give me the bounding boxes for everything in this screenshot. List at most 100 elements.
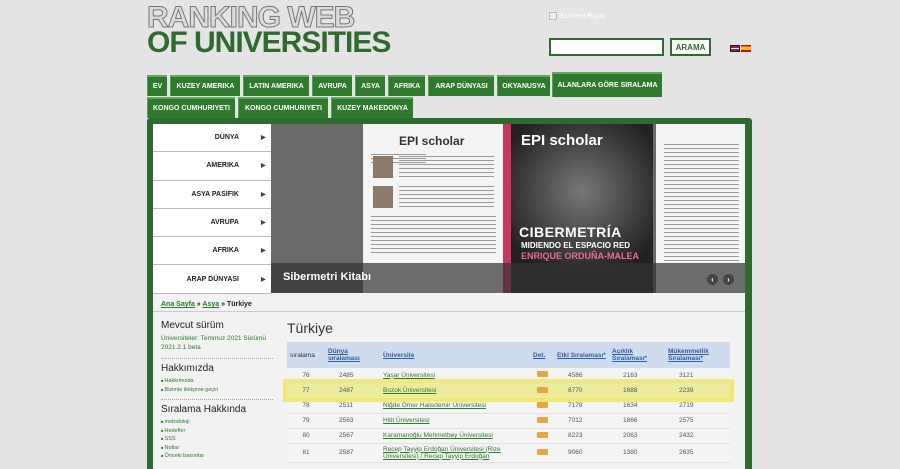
table-cell[interactable]: Bozok Üniversitesi [380,383,530,399]
table-cell: 1634 [609,398,665,414]
table-cell: 9060 [554,443,609,463]
table-cell [530,413,554,429]
sidemenu-item[interactable]: ASYA PASIFIK ▶ [153,180,271,209]
sidemenu-item[interactable]: AFRIKA ▶ [153,237,271,266]
ranking-about-title: Sıralama Hakkında [161,404,247,415]
breadcrumb-asia[interactable]: Asya [202,301,219,308]
site-logo[interactable]: RANKING WEB OF UNIVERSITIES [146,2,391,57]
nav-tab[interactable]: ARAP DÜNYASI [428,75,494,96]
sidemenu-item-label: ARAP DÜNYASI [186,275,239,283]
page-title: Türkiye [287,320,333,336]
about-list: HakkımızdaBizimle iletişime geçin [161,377,273,394]
table-cell [530,443,554,463]
sidemenu-item[interactable]: AMERIKA ▶ [153,152,271,181]
sidemenu-item-label: AMERIKA [206,162,239,170]
list-item[interactable]: Önceki basımlar [161,452,273,461]
nav-tab[interactable]: EV [147,75,167,96]
arrow-right-icon: ▶ [261,135,266,142]
details-icon[interactable] [536,401,548,408]
details-icon[interactable] [536,431,548,438]
arrow-right-icon: ▶ [261,220,266,227]
column-header[interactable]: Üniversite [380,342,530,368]
table-row: 76 2485 Yaşar Üniversitesi 4586 2163 3121 [287,368,730,384]
table-cell: 2485 [325,368,380,384]
table-cell: 3121 [665,368,730,384]
table-row: 78 2511 Niğde Ömer Halisdemir Üniversitesi… [287,398,730,414]
nav-tab[interactable]: OKYANUSYA [497,75,550,96]
table-cell: 2487 [325,383,380,399]
table-cell [530,428,554,444]
details-icon[interactable] [536,448,548,455]
sidemenu-item-label: AVRUPA [210,219,239,227]
table-cell: 76 [287,368,325,384]
list-item[interactable]: Bizimle iletişime geçin [161,386,273,395]
ranking-table: sıralama Dünya sıralaması Üniversite Det. Et… [283,342,734,463]
sidemenu-item-label: ASYA PASIFIK [191,190,239,198]
cover-main-title: CIBERMETRÍA [519,224,622,240]
epi-scholar-cover-title: EPI scholar [521,132,603,149]
nav-tab[interactable]: KUZEY AMERIKA [170,75,240,96]
table-cell: 2563 [325,413,380,429]
table-cell[interactable]: Karamanoğlu Mehmetbey Üniversitesi [380,428,530,444]
banner-caption-text: Sibermetri Kitabı [283,271,372,283]
column-header[interactable]: Mükemmellik Sıralaması* [665,342,730,368]
column-header[interactable]: Açıklık Sıralaması* [609,342,665,368]
sidemenu-item[interactable]: AVRUPA ▶ [153,208,271,238]
nav-tab[interactable]: KONGO CUMHURIYETI [238,97,328,118]
table-cell[interactable]: Niğde Ömer Halisdemir Üniversitesi [380,398,530,414]
list-item[interactable]: Hakkımızda [161,377,273,386]
column-header[interactable]: Dünya sıralaması [325,342,380,368]
cover-subtitle: MIDIENDO EL ESPACIO RED [521,241,631,250]
search-input[interactable] [549,38,664,56]
sidemenu-item-label: DÜNYA [214,134,239,142]
column-header: sıralama [287,342,325,368]
table-cell: 79 [287,413,325,429]
nav-tab[interactable]: AVRUPA [312,75,352,96]
nav-tab[interactable]: KONGO CUMHURIYETI [147,97,235,118]
sidemenu-item-label: AFRIKA [212,247,239,255]
table-cell: 1866 [609,413,665,429]
banner-prev-icon[interactable]: ‹ [707,274,718,285]
details-icon[interactable] [536,416,548,423]
table-cell: 1380 [609,443,665,463]
english-flag-icon[interactable] [730,45,740,52]
nav-tab[interactable]: ASYA [355,75,385,96]
table-row: 77 2487 Bozok Üniversitesi 8770 1688 2239 [283,379,734,402]
nav-tab[interactable]: ALANLARA GÖRE SIRALAMA [552,72,662,97]
breadcrumb-home[interactable]: Ana Sayfa [161,301,195,308]
sidemenu-item[interactable]: ARAP DÜNYASI ▶ [153,265,271,294]
epi-scholar-left-title: EPI scholar [399,134,465,148]
version-title: Mevcut sürüm [161,320,224,331]
banner-next-icon[interactable]: › [723,274,734,285]
list-item[interactable]: Hedefler [161,427,273,436]
table-cell [530,398,554,414]
column-header[interactable]: Det. [530,342,554,368]
arrow-right-icon: ▶ [261,248,266,255]
nav-tab[interactable]: KUZEY MAKEDONYA [331,97,413,118]
breadcrumb-current: Türkiye [226,301,252,308]
table-cell[interactable]: Yaşar Üniversitesi [380,368,530,384]
nav-tab[interactable]: LATIN AMERIKA [243,75,309,96]
table-cell: 81 [287,443,325,463]
column-header[interactable]: Etki Sıralaması* [554,342,609,368]
list-item[interactable]: metodoloji [161,418,273,427]
table-cell: 8770 [554,383,609,399]
table-cell: 8223 [554,428,609,444]
table-cell [530,383,554,399]
list-item[interactable]: SSS [161,435,273,444]
sidemenu-item[interactable]: DÜNYA ▶ [153,124,271,153]
arrow-right-icon: ▶ [261,163,266,170]
spanish-flag-icon[interactable] [741,45,751,52]
details-icon[interactable] [536,386,548,393]
divider [153,311,745,312]
version-info: Üniversiteler: Temmuz 2021 Sürümü 2021.2… [161,335,267,351]
table-cell[interactable]: Recep Tayyip Erdoğan Üniversitesi (Rize … [380,443,530,463]
table-cell: 2511 [325,398,380,414]
about-title: Hakkımızda [161,363,214,374]
table-row: 81 2587 Recep Tayyip Erdoğan Üniversitesi … [287,443,730,463]
search-button[interactable]: ARAMA [670,38,711,56]
list-item[interactable]: Notlar [161,444,273,453]
nav-tab[interactable]: AFRIKA [388,75,425,96]
table-cell[interactable]: Hitit Üniversitesi [380,413,530,429]
details-icon[interactable] [536,371,548,378]
